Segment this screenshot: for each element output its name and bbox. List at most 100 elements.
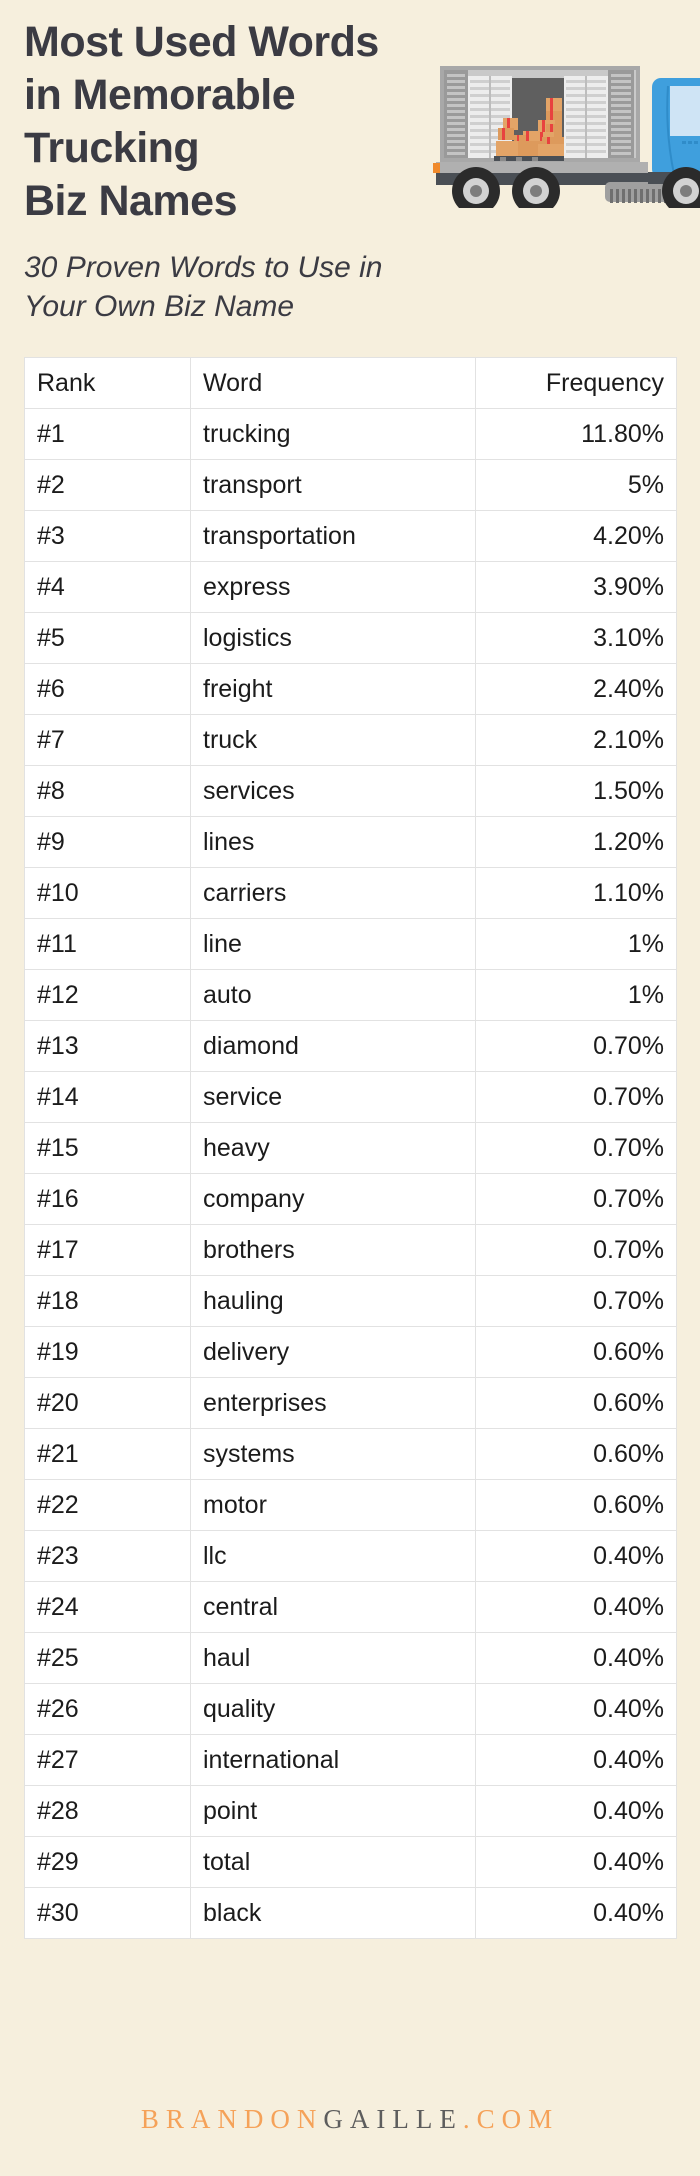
cell-frequency: 0.70% bbox=[475, 1071, 677, 1123]
cell-word: hauling bbox=[190, 1275, 476, 1327]
cell-word: delivery bbox=[190, 1326, 476, 1378]
cell-word: service bbox=[190, 1071, 476, 1123]
cell-rank: #14 bbox=[24, 1071, 191, 1123]
table-row: #25 haul 0.40% bbox=[24, 1632, 677, 1684]
table-row: #22 motor 0.60% bbox=[24, 1479, 677, 1531]
cell-word: truck bbox=[190, 714, 476, 766]
cell-rank: #11 bbox=[24, 918, 191, 970]
table-row: #11 line 1% bbox=[24, 918, 677, 970]
cell-word: systems bbox=[190, 1428, 476, 1480]
table-row: #30 black 0.40% bbox=[24, 1887, 677, 1939]
cell-word: express bbox=[190, 561, 476, 613]
cell-word: diamond bbox=[190, 1020, 476, 1072]
table-row: #7 truck 2.10% bbox=[24, 714, 677, 766]
cell-rank: #12 bbox=[24, 969, 191, 1021]
cell-frequency: 5% bbox=[475, 459, 677, 511]
cell-frequency: 0.70% bbox=[475, 1224, 677, 1276]
cell-frequency: 1.50% bbox=[475, 765, 677, 817]
cell-rank: #3 bbox=[24, 510, 191, 562]
cell-frequency: 2.40% bbox=[475, 663, 677, 715]
cell-rank: #27 bbox=[24, 1734, 191, 1786]
cell-rank: #19 bbox=[24, 1326, 191, 1378]
table-row: #9 lines 1.20% bbox=[24, 816, 677, 868]
cell-frequency: 0.70% bbox=[475, 1173, 677, 1225]
title-line-4: Biz Names bbox=[24, 177, 237, 225]
table-header-row: Rank Word Frequency bbox=[24, 357, 677, 409]
cell-rank: #4 bbox=[24, 561, 191, 613]
cell-word: international bbox=[190, 1734, 476, 1786]
column-header-word: Word bbox=[190, 357, 476, 409]
cell-rank: #9 bbox=[24, 816, 191, 868]
cell-frequency: 3.10% bbox=[475, 612, 677, 664]
table-row: #6 freight 2.40% bbox=[24, 663, 677, 715]
cell-word: brothers bbox=[190, 1224, 476, 1276]
cell-word: motor bbox=[190, 1479, 476, 1531]
table-row: #24 central 0.40% bbox=[24, 1581, 677, 1633]
cell-frequency: 0.40% bbox=[475, 1785, 677, 1837]
cell-frequency: 2.10% bbox=[475, 714, 677, 766]
table-row: #23 llc 0.40% bbox=[24, 1530, 677, 1582]
table-row: #27 international 0.40% bbox=[24, 1734, 677, 1786]
table-row: #1 trucking 11.80% bbox=[24, 408, 677, 460]
cell-frequency: 4.20% bbox=[475, 510, 677, 562]
cell-rank: #23 bbox=[24, 1530, 191, 1582]
cell-rank: #20 bbox=[24, 1377, 191, 1429]
title-line-1: Most Used Words bbox=[24, 18, 379, 66]
cell-frequency: 0.70% bbox=[475, 1275, 677, 1327]
cell-word: transportation bbox=[190, 510, 476, 562]
cell-rank: #22 bbox=[24, 1479, 191, 1531]
semi-truck-with-boxes-icon bbox=[430, 58, 700, 208]
table-row: #18 hauling 0.70% bbox=[24, 1275, 677, 1327]
table-header: Rank Word Frequency bbox=[24, 357, 677, 409]
table-row: #12 auto 1% bbox=[24, 969, 677, 1021]
cell-rank: #28 bbox=[24, 1785, 191, 1837]
cell-word: trucking bbox=[190, 408, 476, 460]
cell-rank: #18 bbox=[24, 1275, 191, 1327]
cell-word: lines bbox=[190, 816, 476, 868]
brand-dot: . bbox=[462, 2104, 477, 2134]
cell-frequency: 1.10% bbox=[475, 867, 677, 919]
cell-word: freight bbox=[190, 663, 476, 715]
cell-frequency: 11.80% bbox=[475, 408, 677, 460]
cell-frequency: 0.40% bbox=[475, 1683, 677, 1735]
cell-rank: #10 bbox=[24, 867, 191, 919]
cell-word: line bbox=[190, 918, 476, 970]
table-row: #2 transport 5% bbox=[24, 459, 677, 511]
cell-frequency: 1% bbox=[475, 918, 677, 970]
cell-frequency: 0.60% bbox=[475, 1377, 677, 1429]
cell-rank: #29 bbox=[24, 1836, 191, 1888]
cell-word: black bbox=[190, 1887, 476, 1939]
page-title: Most Used Words in Memorable Trucking Bi… bbox=[24, 16, 454, 228]
cell-frequency: 1.20% bbox=[475, 816, 677, 868]
column-header-rank: Rank bbox=[24, 357, 191, 409]
cell-word: haul bbox=[190, 1632, 476, 1684]
infographic-page: Most Used Words in Memorable Trucking Bi… bbox=[0, 0, 700, 2176]
site-branding-footer[interactable]: BRANDONGAILLE.COM bbox=[0, 2104, 700, 2135]
cell-word: services bbox=[190, 765, 476, 817]
table-row: #19 delivery 0.60% bbox=[24, 1326, 677, 1378]
word-frequency-table: Rank Word Frequency #1 trucking 11.80% #2 tr… bbox=[24, 357, 677, 1939]
page-subtitle: 30 Proven Words to Use in Your Own Biz N… bbox=[24, 248, 494, 326]
cell-frequency: 0.60% bbox=[475, 1428, 677, 1480]
cell-rank: #7 bbox=[24, 714, 191, 766]
subtitle-line-2: Your Own Biz Name bbox=[24, 290, 295, 323]
cell-rank: #17 bbox=[24, 1224, 191, 1276]
table-row: #14 service 0.70% bbox=[24, 1071, 677, 1123]
cell-rank: #21 bbox=[24, 1428, 191, 1480]
cell-word: central bbox=[190, 1581, 476, 1633]
cell-word: quality bbox=[190, 1683, 476, 1735]
cell-frequency: 0.40% bbox=[475, 1734, 677, 1786]
table-row: #26 quality 0.40% bbox=[24, 1683, 677, 1735]
cell-frequency: 0.70% bbox=[475, 1122, 677, 1174]
title-line-2: in Memorable bbox=[24, 71, 296, 119]
cell-frequency: 1% bbox=[475, 969, 677, 1021]
cell-rank: #6 bbox=[24, 663, 191, 715]
cell-word: carriers bbox=[190, 867, 476, 919]
cell-word: company bbox=[190, 1173, 476, 1225]
cell-rank: #25 bbox=[24, 1632, 191, 1684]
table-row: #20 enterprises 0.60% bbox=[24, 1377, 677, 1429]
table-row: #8 services 1.50% bbox=[24, 765, 677, 817]
table-row: #3 transportation 4.20% bbox=[24, 510, 677, 562]
cell-frequency: 0.70% bbox=[475, 1020, 677, 1072]
cell-rank: #16 bbox=[24, 1173, 191, 1225]
